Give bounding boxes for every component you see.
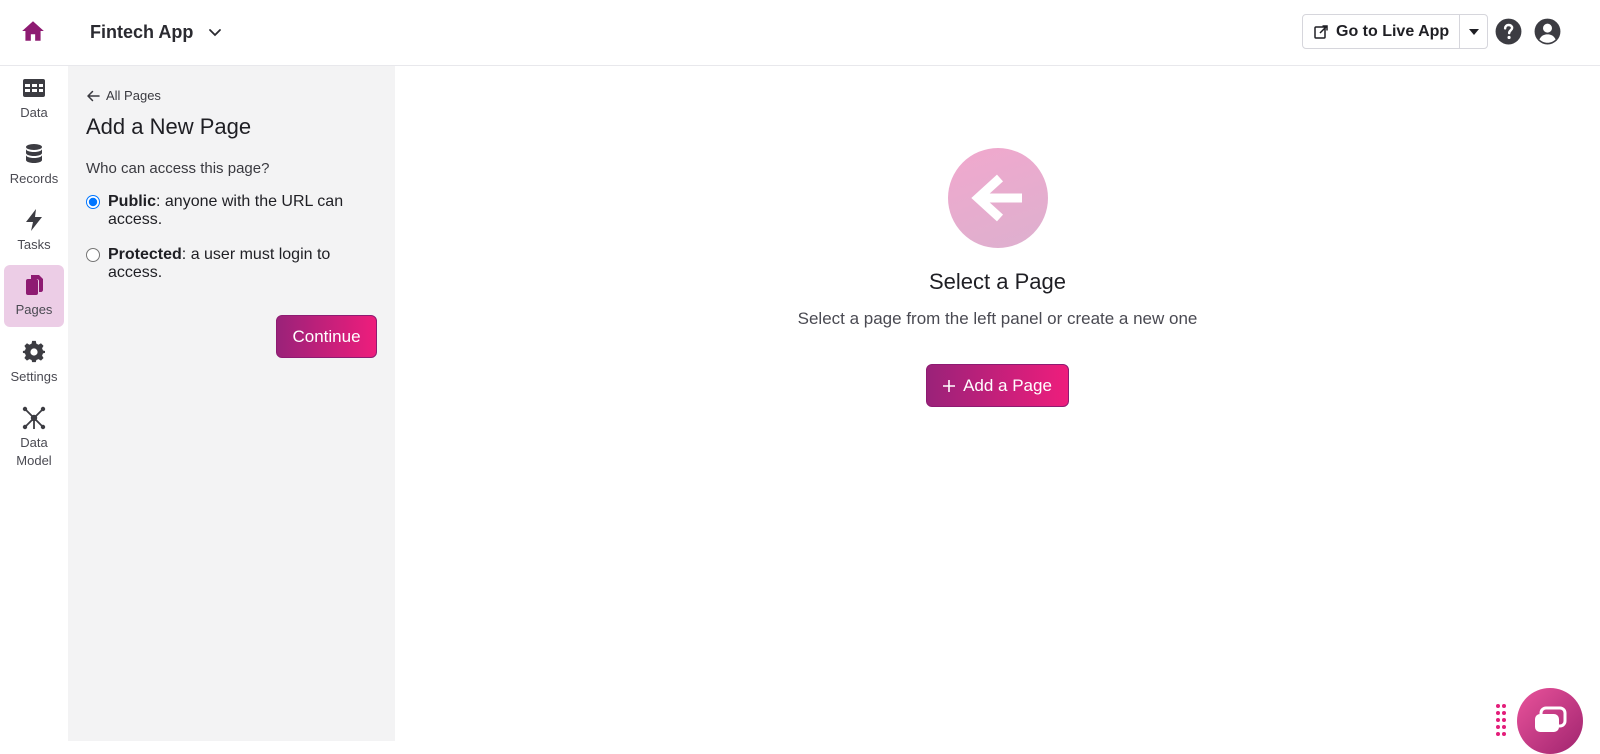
protected-option-name: Protected [108, 246, 182, 263]
continue-button[interactable]: Continue [276, 315, 377, 358]
live-app-button-group: Go to Live App [1302, 14, 1489, 49]
caret-down-icon [1468, 28, 1479, 35]
chat-icon [1535, 706, 1567, 732]
nav-item-records[interactable]: Records [4, 142, 64, 200]
public-option-text: Public: anyone with the URL can access. [108, 193, 366, 229]
nav-item-tasks[interactable]: Tasks [4, 208, 64, 264]
top-bar: Fintech App Go to Live App [0, 0, 1600, 66]
external-link-icon [1314, 24, 1328, 39]
nav-item-pages[interactable]: Pages [4, 265, 64, 327]
select-page-illustration [948, 148, 1048, 248]
drag-handle-icon[interactable] [1495, 703, 1507, 741]
home-icon[interactable] [20, 18, 46, 44]
chat-widget-button[interactable] [1517, 688, 1583, 754]
add-page-label: Add a Page [963, 375, 1052, 395]
public-option[interactable]: Public: anyone with the URL can access. [86, 193, 366, 229]
select-page-title: Select a Page [929, 269, 1066, 294]
nav-label-records: Records [9, 171, 59, 186]
panel-title: Add a New Page [86, 114, 252, 139]
nav-label-settings: Settings [10, 369, 58, 384]
go-to-live-app-button[interactable]: Go to Live App [1303, 15, 1461, 48]
nav-label-tasks: Tasks [17, 237, 51, 252]
plus-icon [943, 379, 956, 392]
access-question: Who can access this page? [86, 160, 270, 177]
bolt-icon [26, 209, 42, 231]
live-app-dropdown-button[interactable] [1460, 15, 1487, 48]
public-radio[interactable] [86, 195, 100, 209]
app-name: Fintech App [90, 21, 194, 42]
network-icon [22, 406, 46, 430]
chevron-down-icon [209, 29, 222, 37]
protected-option[interactable]: Protected: a user must login to access. [86, 246, 366, 282]
nav-item-settings[interactable]: Settings [4, 340, 64, 396]
add-page-panel: All Pages Add a New Page Who can access … [68, 66, 395, 741]
nav-item-data-model[interactable]: Data Model [4, 406, 64, 484]
nav-label-data-model: Data Model [16, 435, 52, 468]
arrow-left-icon [87, 90, 100, 101]
arrow-left-icon [971, 174, 1022, 222]
nav-item-data[interactable]: Data [4, 76, 64, 132]
app-switcher[interactable]: Fintech App [90, 18, 223, 46]
add-page-button[interactable]: Add a Page [926, 364, 1069, 407]
nav-label-data: Data [20, 105, 48, 120]
protected-option-text: Protected: a user must login to access. [108, 246, 366, 282]
pages-icon [26, 275, 43, 295]
user-account-icon[interactable] [1534, 18, 1561, 45]
go-to-live-app-label: Go to Live App [1336, 22, 1450, 40]
all-pages-label: All Pages [106, 88, 161, 103]
select-page-subtitle: Select a page from the left panel or cre… [797, 309, 1198, 328]
database-icon [26, 144, 42, 163]
protected-radio[interactable] [86, 248, 100, 262]
public-option-name: Public [108, 193, 157, 210]
gear-icon [22, 340, 45, 363]
table-icon [23, 79, 45, 97]
help-icon[interactable] [1495, 18, 1522, 45]
left-nav: Data Records Tasks Pages Settings Data M… [0, 66, 68, 741]
all-pages-back-link[interactable]: All Pages [86, 88, 161, 103]
main-content: Select a Page Select a page from the lef… [395, 66, 1600, 741]
nav-label-pages: Pages [15, 302, 53, 317]
